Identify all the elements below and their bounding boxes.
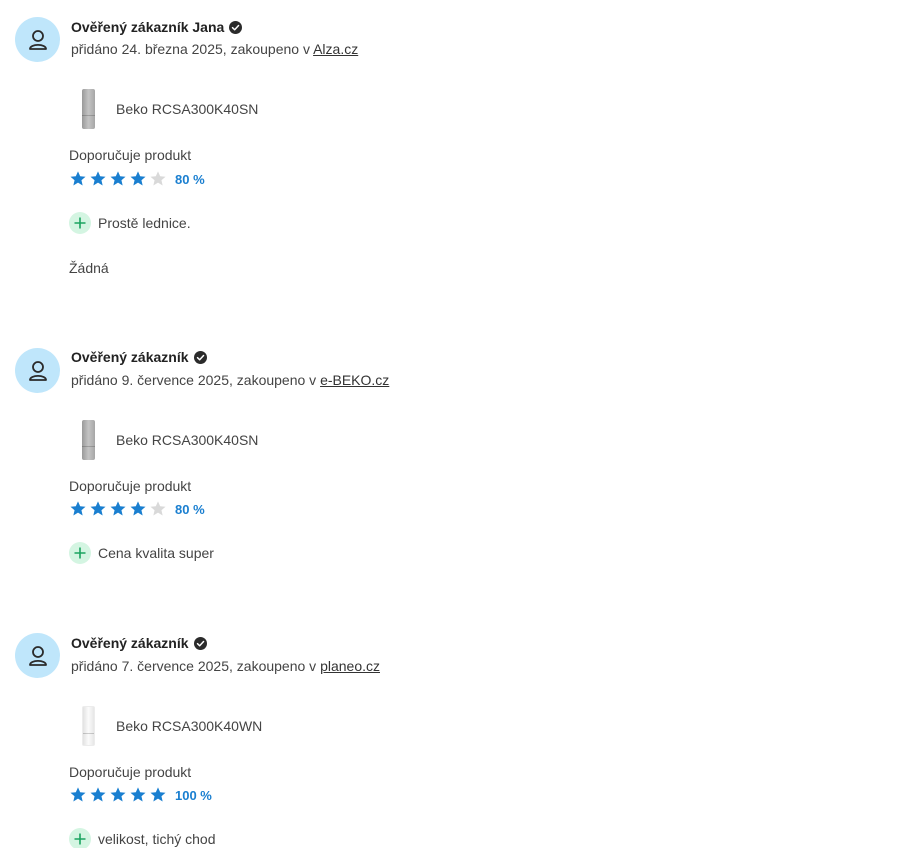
pro-item: Cena kvalita super <box>69 542 214 564</box>
product-name: Beko RCSA300K40SN <box>116 101 259 117</box>
rating-percent: 80 % <box>175 171 205 187</box>
review-meta: přidáno 9. července 2025, zakoupeno v e-… <box>71 372 389 388</box>
plus-icon <box>69 542 91 564</box>
review-date: přidáno 24. března 2025, zakoupeno v <box>71 41 314 57</box>
author-name: Ověřený zákazník <box>71 635 189 651</box>
star-filled-icon <box>130 501 146 516</box>
star-filled-icon <box>90 171 106 186</box>
product-thumbnail <box>82 89 95 129</box>
star-filled-icon <box>130 171 146 186</box>
star-filled-icon <box>70 501 86 516</box>
star-filled-icon <box>110 501 126 516</box>
review-meta: přidáno 7. července 2025, zakoupeno v pl… <box>71 658 380 674</box>
verified-check-icon <box>193 350 207 364</box>
rating: 80 % <box>69 170 205 188</box>
review-date: přidáno 7. července 2025, zakoupeno v <box>71 658 321 674</box>
star-rating <box>69 786 167 804</box>
shop-link[interactable]: Alza.cz <box>313 41 358 57</box>
star-filled-icon <box>90 787 106 802</box>
star-empty-icon <box>150 501 166 516</box>
rating: 80 % <box>69 500 205 518</box>
shop-link[interactable]: planeo.cz <box>320 658 380 674</box>
review-author: Ověřený zákazník Jana <box>71 19 243 35</box>
star-empty-icon <box>150 171 166 186</box>
star-filled-icon <box>110 171 126 186</box>
product-name: Beko RCSA300K40WN <box>116 718 263 734</box>
recommend-label: Doporučuje produkt <box>69 478 192 494</box>
star-rating <box>69 500 167 518</box>
avatar <box>15 17 60 62</box>
shop-link[interactable]: e-BEKO.cz <box>320 372 389 388</box>
product-link[interactable]: Beko RCSA300K40WN <box>82 706 262 746</box>
rating-percent: 100 % <box>175 787 212 803</box>
verified-check-icon <box>193 636 207 650</box>
review-author: Ověřený zákazník <box>71 349 207 365</box>
user-icon <box>28 360 47 381</box>
star-filled-icon <box>130 787 146 802</box>
product-link[interactable]: Beko RCSA300K40SN <box>82 420 258 460</box>
product-thumbnail <box>82 706 95 746</box>
rating: 100 % <box>69 786 212 804</box>
author-name: Ověřený zákazník <box>71 349 189 365</box>
plus-icon <box>69 828 91 848</box>
product-thumbnail <box>82 420 95 460</box>
star-filled-icon <box>90 501 106 516</box>
pro-item: Prostě lednice. <box>69 212 191 234</box>
avatar <box>15 633 60 678</box>
pro-item: velikost, tichý chod <box>69 828 216 848</box>
pro-text: velikost, tichý chod <box>98 831 216 847</box>
plus-icon <box>69 212 91 234</box>
product-name: Beko RCSA300K40SN <box>116 432 259 448</box>
rating-percent: 80 % <box>175 501 205 517</box>
user-icon <box>28 29 47 50</box>
recommend-label: Doporučuje produkt <box>69 764 192 780</box>
star-filled-icon <box>70 787 86 802</box>
product-link[interactable]: Beko RCSA300K40SN <box>82 89 258 129</box>
review-meta: přidáno 24. března 2025, zakoupeno v Alz… <box>71 41 358 57</box>
star-rating <box>69 170 167 188</box>
avatar <box>15 348 60 393</box>
author-name: Ověřený zákazník Jana <box>71 19 225 35</box>
review-date: přidáno 9. července 2025, zakoupeno v <box>71 372 321 388</box>
review-author: Ověřený zákazník <box>71 635 207 651</box>
star-filled-icon <box>110 787 126 802</box>
recommend-label: Doporučuje produkt <box>69 147 192 163</box>
verified-check-icon <box>229 20 243 34</box>
pro-text: Cena kvalita super <box>98 545 214 561</box>
con-text: Žádná <box>69 260 109 276</box>
star-filled-icon <box>70 171 86 186</box>
star-filled-icon <box>150 787 166 802</box>
user-icon <box>28 645 47 666</box>
pro-text: Prostě lednice. <box>98 215 191 231</box>
